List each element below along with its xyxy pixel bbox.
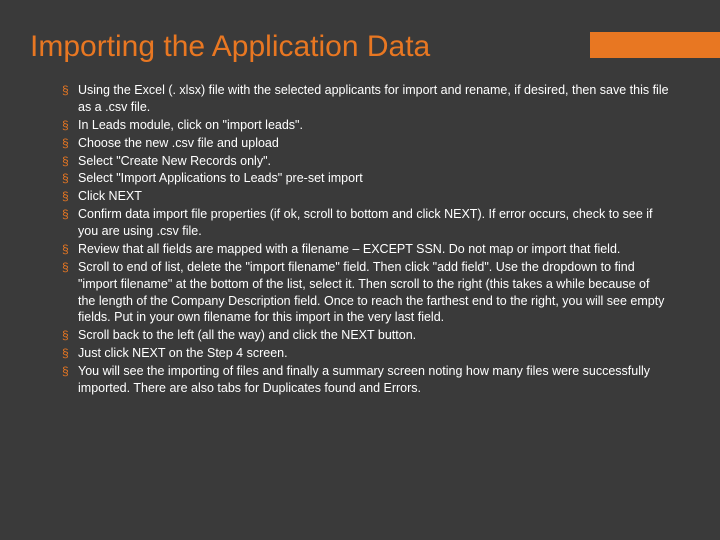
content-area: Using the Excel (. xlsx) file with the s…	[0, 82, 720, 397]
list-item: Confirm data import file properties (if …	[78, 206, 670, 240]
list-item: Just click NEXT on the Step 4 screen.	[78, 345, 670, 362]
list-item: In Leads module, click on "import leads"…	[78, 117, 670, 134]
list-item: Click NEXT	[78, 188, 670, 205]
list-item: Scroll back to the left (all the way) an…	[78, 327, 670, 344]
bullet-list: Using the Excel (. xlsx) file with the s…	[78, 82, 670, 397]
list-item: Scroll to end of list, delete the "impor…	[78, 259, 670, 327]
list-item: You will see the importing of files and …	[78, 363, 670, 397]
list-item: Using the Excel (. xlsx) file with the s…	[78, 82, 670, 116]
list-item: Select "Create New Records only".	[78, 153, 670, 170]
list-item: Review that all fields are mapped with a…	[78, 241, 670, 258]
list-item: Select "Import Applications to Leads" pr…	[78, 170, 670, 187]
list-item: Choose the new .csv file and upload	[78, 135, 670, 152]
accent-bar	[590, 32, 720, 58]
